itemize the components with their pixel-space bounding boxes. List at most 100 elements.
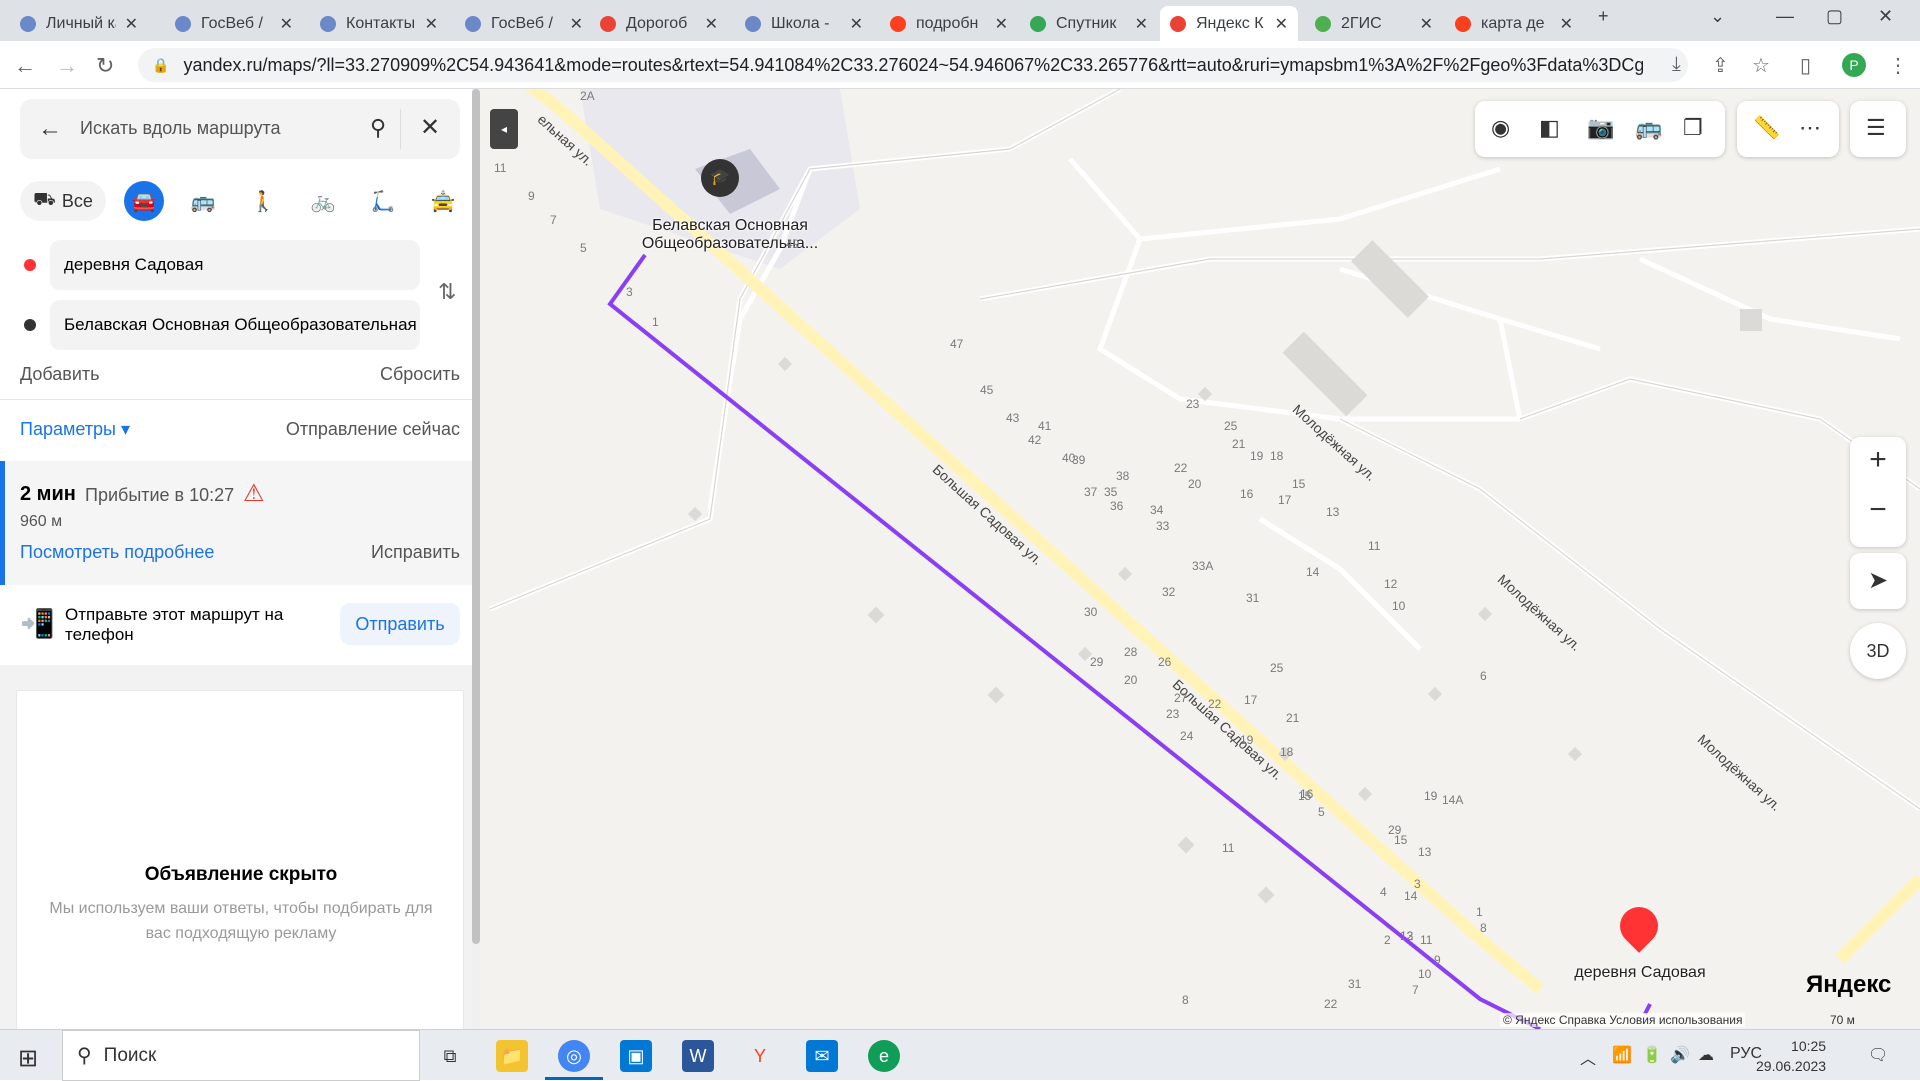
route-params-dropdown[interactable]: Параметры ▾: [20, 419, 130, 440]
tab-close-icon[interactable]: ✕: [850, 14, 863, 34]
mode-walk-button[interactable]: 🚶: [243, 181, 283, 221]
browser-tab[interactable]: ГосВеб / ✕: [455, 6, 593, 41]
more-menu-icon[interactable]: ⋮: [1888, 53, 1908, 78]
tab-close-icon[interactable]: ✕: [1275, 14, 1288, 34]
tab-close-icon[interactable]: ✕: [125, 14, 138, 34]
swap-icon[interactable]: ⇅: [438, 279, 456, 305]
route-arrival-time: Прибытие в 10:27: [85, 485, 235, 505]
mode-bike-button[interactable]: 🚲: [303, 181, 343, 221]
profile-avatar[interactable]: P: [1842, 53, 1866, 77]
browser-tab[interactable]: Личный кабинет ✕: [10, 6, 148, 41]
yandex-browser-icon[interactable]: Y: [744, 1040, 776, 1072]
village-poi-label[interactable]: деревня Садовая: [1565, 964, 1715, 982]
zoom-in-button[interactable]: +: [1850, 443, 1906, 477]
edge-icon[interactable]: e: [868, 1040, 900, 1072]
windows-start-icon[interactable]: ⊞: [18, 1044, 38, 1073]
lock-icon[interactable]: 🔒: [152, 57, 169, 74]
route-details-link[interactable]: Посмотреть подробнее: [20, 542, 214, 563]
new-tab-icon[interactable]: +: [1598, 6, 1609, 27]
collapse-sidebar-button[interactable]: ◂: [490, 109, 518, 149]
tab-close-icon[interactable]: ✕: [425, 14, 438, 34]
camera-icon[interactable]: 📷: [1587, 115, 1614, 141]
microsoft-store-icon[interactable]: ▣: [620, 1040, 652, 1072]
file-explorer-icon[interactable]: 📁: [496, 1040, 528, 1072]
browser-tab[interactable]: подробн ✕: [880, 6, 1018, 41]
browser-tab[interactable]: Спутник ✕: [1020, 6, 1158, 41]
mode-all-button[interactable]: ⛟ Все: [20, 181, 106, 221]
url-text[interactable]: yandex.ru/maps/?ll=33.270909%2C54.943641…: [183, 55, 1643, 76]
map-menu-button[interactable]: ☰: [1850, 101, 1906, 157]
browser-tab[interactable]: Дорогоб ✕: [590, 6, 728, 41]
battery-icon[interactable]: 🔋: [1642, 1045, 1662, 1065]
browser-tab[interactable]: Яндекс К ✕: [1160, 6, 1298, 41]
tab-close-icon[interactable]: ✕: [570, 14, 583, 34]
bookmark-star-icon[interactable]: ☆: [1752, 53, 1770, 78]
mode-scooter-button[interactable]: 🛴: [363, 181, 403, 221]
mode-transit-button[interactable]: 🚌: [183, 181, 223, 221]
tray-chevron-icon[interactable]: ︿: [1580, 1045, 1596, 1069]
tab-close-icon[interactable]: ✕: [1135, 14, 1148, 34]
add-waypoint-link[interactable]: Добавить: [20, 364, 100, 384]
send-to-phone-button[interactable]: Отправить: [340, 603, 460, 645]
word-icon[interactable]: W: [682, 1040, 714, 1072]
route-from-field[interactable]: деревня Садовая: [50, 240, 420, 290]
sidebar-scrollbar-thumb[interactable]: [472, 89, 480, 944]
volume-icon[interactable]: 🔊: [1670, 1045, 1690, 1065]
map-canvas[interactable]: ◂ 🎓 Белавская Основная Общеобразовательн…: [480, 89, 1920, 1029]
route-to-field[interactable]: Белавская Основная Общеобразовательная ш…: [50, 300, 420, 350]
back-icon[interactable]: ←: [14, 53, 36, 79]
window-minimize-icon[interactable]: —: [1776, 6, 1794, 27]
notifications-icon[interactable]: 🗨: [1868, 1045, 1888, 1065]
traffic-icon[interactable]: ◉: [1491, 115, 1510, 141]
tab-close-icon[interactable]: ✕: [280, 14, 293, 34]
3d-toggle-button[interactable]: 3D: [1850, 623, 1906, 679]
back-arrow-icon[interactable]: ←: [38, 115, 62, 143]
browser-tab[interactable]: 2ГИС ✕: [1305, 6, 1443, 41]
route-fix-link[interactable]: Исправить: [371, 542, 460, 563]
my-location-button[interactable]: ➤: [1850, 553, 1906, 609]
search-icon[interactable]: ⚲: [370, 115, 386, 141]
tab-close-icon[interactable]: ✕: [705, 14, 718, 34]
zoom-out-button[interactable]: −: [1850, 493, 1906, 527]
map-layers-icon[interactable]: ❐: [1683, 115, 1703, 141]
tab-close-icon[interactable]: ✕: [1420, 14, 1433, 34]
reload-icon[interactable]: ↻: [96, 53, 114, 79]
route-search-box[interactable]: ← Искать вдоль маршрута ⚲ ✕: [20, 99, 460, 159]
network-icon[interactable]: 📶: [1612, 1045, 1632, 1065]
transit-layer-icon[interactable]: 🚌: [1635, 115, 1662, 141]
window-restore-icon[interactable]: ▢: [1826, 6, 1843, 27]
close-icon[interactable]: ✕: [420, 113, 440, 142]
route-search-input[interactable]: Искать вдоль маршрута: [80, 118, 281, 139]
address-bar[interactable]: 🔒 yandex.ru/maps/?ll=33.270909%2C54.9436…: [138, 48, 1688, 82]
tab-close-icon[interactable]: ✕: [995, 14, 1008, 34]
side-panel-icon[interactable]: ▯: [1800, 53, 1811, 78]
onedrive-icon[interactable]: ☁: [1698, 1045, 1714, 1065]
forward-icon[interactable]: →: [56, 53, 78, 79]
reset-route-link[interactable]: Сбросить: [380, 364, 460, 385]
departure-time-selector[interactable]: Отправление сейчас: [286, 419, 460, 440]
share-icon[interactable]: ⇪: [1712, 53, 1729, 78]
mode-taxi-button[interactable]: 🚖: [423, 181, 463, 221]
browser-tab[interactable]: ГосВеб / ✕: [165, 6, 303, 41]
house-number-label: 23: [1186, 397, 1200, 411]
ruler-icon[interactable]: 📏: [1753, 115, 1780, 141]
route-option-card[interactable]: 2 мин Прибытие в 10:27 ⚠ 960 м Посмотрет…: [0, 461, 475, 585]
mode-car-button[interactable]: 🚘: [124, 181, 164, 221]
panorama-icon[interactable]: ◧: [1539, 115, 1560, 141]
window-close-icon[interactable]: ✕: [1878, 6, 1893, 27]
browser-tab[interactable]: Школа - ✕: [735, 6, 873, 41]
system-clock[interactable]: 10:25 29.06.2023: [1756, 1036, 1826, 1076]
house-number-label: 15: [1394, 833, 1408, 847]
browser-tab[interactable]: карта де ✕: [1445, 6, 1583, 41]
more-icon[interactable]: ⋯: [1799, 115, 1821, 141]
download-icon[interactable]: ⤓: [1672, 53, 1681, 76]
map-copyright[interactable]: © Яндекс Справка Условия использования: [1500, 1013, 1746, 1027]
taskbar-search[interactable]: ⚲ Поиск: [62, 1030, 420, 1081]
mail-icon[interactable]: ✉: [806, 1040, 838, 1072]
browser-tab[interactable]: Контакты ✕: [310, 6, 448, 41]
chrome-icon[interactable]: ◎: [558, 1040, 590, 1072]
tab-search-icon[interactable]: ⌄: [1710, 6, 1725, 27]
task-view-icon[interactable]: ⧉: [434, 1040, 466, 1072]
tab-close-icon[interactable]: ✕: [1560, 14, 1573, 34]
school-poi-icon[interactable]: 🎓: [701, 159, 739, 197]
